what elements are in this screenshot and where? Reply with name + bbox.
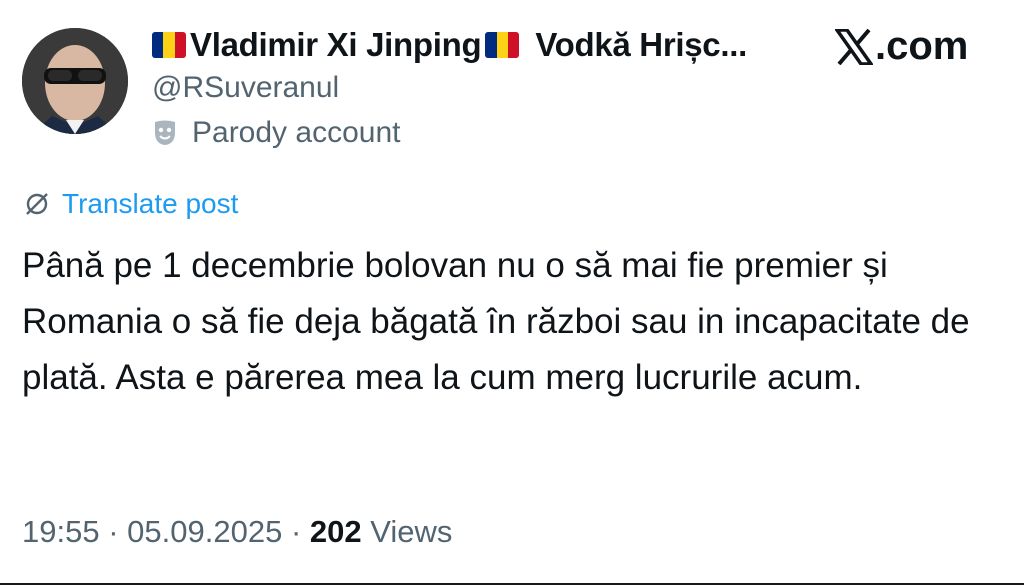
avatar-image: [22, 28, 128, 134]
author-name[interactable]: Vladimir Xi Jinping Vodkă Hrișc...: [152, 26, 751, 64]
author-name-part2: Vodkă Hrișc...: [535, 26, 747, 63]
author-handle[interactable]: @RSuveranul: [152, 71, 339, 105]
brand-logo-text: .com: [875, 24, 969, 68]
parody-label: Parody account: [152, 116, 400, 150]
views-count[interactable]: 202: [310, 514, 362, 549]
post-text: Până pe 1 decembrie bolovan nu o să mai …: [22, 246, 970, 397]
post-date[interactable]: 05.09.2025: [127, 514, 282, 549]
avatar[interactable]: [22, 28, 128, 134]
romania-flag-icon: [485, 32, 520, 58]
post-meta: 19:55 · 05.09.2025 · 202 Views: [22, 514, 452, 550]
author-name-part1: Vladimir Xi Jinping: [190, 26, 482, 63]
meta-separator: ·: [108, 514, 119, 549]
brand-logo: .com: [835, 24, 968, 69]
translate-post-link[interactable]: Translate post: [24, 188, 238, 220]
globe-slash-icon: [24, 191, 50, 217]
post-card: Vladimir Xi Jinping Vodkă Hrișc... .com …: [0, 0, 1024, 585]
post-time[interactable]: 19:55: [22, 514, 100, 549]
views-label: Views: [370, 514, 453, 549]
translate-post-label: Translate post: [62, 188, 239, 219]
meta-separator: ·: [290, 514, 302, 549]
parody-label-text: Parody account: [192, 116, 401, 149]
theater-mask-icon: [152, 119, 178, 147]
romania-flag-icon: [152, 32, 186, 58]
x-logo-icon: [835, 28, 873, 65]
